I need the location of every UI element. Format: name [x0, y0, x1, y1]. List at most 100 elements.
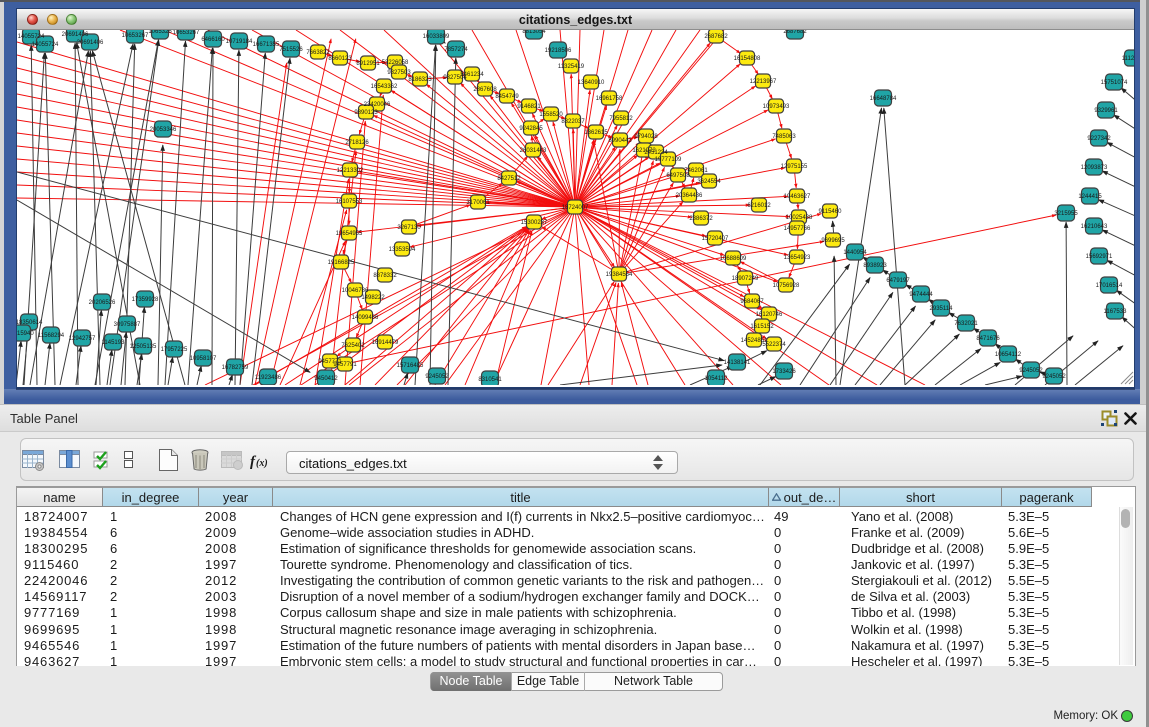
svg-text:19777109: 19777109 [655, 157, 682, 163]
svg-text:5522374: 5522374 [762, 342, 786, 348]
svg-text:19166825: 19166825 [328, 260, 355, 266]
svg-text:10958107: 10958107 [190, 356, 217, 362]
svg-text:9890123: 9890123 [354, 110, 378, 116]
svg-text:14055724: 14055724 [18, 34, 45, 40]
svg-text:8427512: 8427512 [497, 176, 521, 182]
svg-text:20206526: 20206526 [89, 300, 116, 306]
svg-text:16107553: 16107553 [336, 199, 363, 205]
svg-text:9474444: 9474444 [909, 292, 933, 298]
svg-text:9794028: 9794028 [634, 134, 658, 140]
svg-text:2935114: 2935114 [930, 306, 954, 312]
svg-text:20691406: 20691406 [77, 40, 104, 46]
svg-text:10688609: 10688609 [720, 256, 747, 262]
svg-text:10025438: 10025438 [786, 215, 813, 221]
svg-text:1244415: 1244415 [1078, 194, 1102, 200]
svg-text:10756928: 10756928 [773, 283, 800, 289]
svg-text:9684067: 9684067 [740, 299, 764, 305]
svg-text:9245052: 9245052 [1042, 374, 1066, 380]
svg-text:7515526: 7515526 [279, 47, 303, 53]
svg-text:8322037: 8322037 [561, 119, 585, 125]
svg-text:1733426: 1733426 [772, 369, 796, 375]
svg-text:8878332: 8878332 [373, 273, 397, 279]
svg-text:10653267: 10653267 [122, 33, 149, 39]
svg-text:16543362: 16543362 [371, 84, 398, 90]
svg-text:1615152: 1615152 [750, 324, 774, 330]
svg-text:15692971: 15692971 [1086, 254, 1113, 260]
svg-text:3215955: 3215955 [1054, 211, 1078, 217]
svg-text:8912951: 8912951 [356, 61, 380, 67]
svg-text:16210643: 16210643 [1081, 224, 1108, 230]
svg-text:20053346: 20053346 [150, 127, 177, 133]
svg-text:14099486: 14099486 [352, 315, 379, 321]
svg-text:8454749: 8454749 [495, 94, 519, 100]
svg-text:7625402: 7625402 [341, 343, 365, 349]
svg-text:19384554: 19384554 [606, 272, 633, 278]
svg-text:19654955: 19654955 [336, 231, 363, 237]
svg-text:9699695: 9699695 [821, 238, 845, 244]
svg-text:20364436: 20364436 [676, 193, 703, 199]
svg-text:16120746: 16120746 [756, 312, 783, 318]
svg-text:8471676: 8471676 [976, 336, 1000, 342]
svg-text:16782759: 16782759 [222, 365, 249, 371]
svg-text:12942757: 12942757 [69, 336, 96, 342]
svg-text:12213302: 12213302 [337, 168, 364, 174]
svg-text:8186323: 8186323 [408, 77, 432, 83]
svg-text:9146821: 9146821 [517, 104, 541, 110]
svg-text:12213967: 12213967 [750, 79, 777, 85]
svg-text:8938923: 8938923 [863, 263, 887, 269]
svg-text:16961758: 16961758 [596, 96, 623, 102]
svg-text:16671355: 16671355 [253, 42, 280, 48]
svg-text:3267130: 3267130 [397, 225, 421, 231]
svg-text:3624554: 3624554 [697, 179, 721, 185]
svg-text:26031443: 26031443 [520, 148, 547, 154]
svg-text:10046786: 10046786 [342, 288, 369, 294]
svg-text:2687682: 2687682 [783, 30, 807, 35]
svg-text:13654923: 13654923 [784, 255, 811, 261]
svg-text:19218506: 19218506 [545, 48, 572, 54]
svg-text:6216012: 6216012 [747, 203, 771, 209]
svg-text:1498222: 1498222 [361, 295, 385, 301]
svg-text:9115460: 9115460 [819, 209, 843, 215]
svg-text:7632021: 7632021 [954, 321, 978, 327]
svg-text:6479197: 6479197 [886, 278, 910, 284]
svg-text:8990443: 8990443 [608, 138, 632, 144]
svg-text:20691406: 20691406 [62, 32, 89, 38]
svg-text:16154808: 16154808 [734, 56, 761, 62]
svg-text:15300237: 15300237 [521, 220, 548, 226]
svg-text:8310541: 8310541 [478, 377, 502, 383]
svg-text:1112345: 1112345 [1122, 56, 1134, 62]
svg-text:16648784: 16648784 [870, 96, 897, 102]
svg-text:6466160: 6466160 [201, 37, 225, 43]
svg-text:7857274: 7857274 [444, 47, 468, 53]
svg-text:1558520: 1558520 [539, 112, 563, 118]
svg-text:13353594: 13353594 [389, 247, 416, 253]
svg-text:9227342: 9227342 [1087, 136, 1111, 142]
svg-text:(x): (x) [256, 458, 268, 469]
svg-text:16914479: 16914479 [372, 340, 399, 346]
svg-text:2386372: 2386372 [689, 216, 713, 222]
svg-text:3170061: 3170061 [466, 200, 490, 206]
svg-text:3915940: 3915940 [17, 331, 34, 337]
svg-text:9457791: 9457791 [333, 362, 357, 368]
svg-text:10719184: 10719184 [226, 39, 253, 45]
svg-text:23420046: 23420046 [364, 102, 391, 108]
svg-text:2867608: 2867608 [473, 87, 497, 93]
svg-text:10653267: 10653267 [173, 30, 200, 36]
svg-text:1362615: 1362615 [584, 130, 608, 136]
svg-text:17957225: 17957225 [161, 347, 188, 353]
svg-text:19463627: 19463627 [784, 194, 811, 200]
svg-text:9327503: 9327503 [387, 70, 411, 76]
svg-text:16033809: 16033809 [423, 34, 450, 40]
svg-text:11923486: 11923486 [255, 375, 282, 381]
svg-text:7485063: 7485063 [772, 134, 796, 140]
svg-text:12975155: 12975155 [781, 164, 808, 170]
svg-text:14138141: 14138141 [724, 360, 751, 366]
svg-text:9245052: 9245052 [425, 374, 449, 380]
svg-text:2451234: 2451234 [644, 150, 668, 156]
svg-text:7955812: 7955812 [609, 116, 633, 122]
svg-text:12093873: 12093873 [1081, 165, 1108, 171]
svg-text:8813054: 8813054 [522, 30, 546, 35]
svg-text:1167533: 1167533 [1104, 309, 1128, 315]
svg-text:13640910: 13640910 [578, 80, 605, 86]
svg-text:9329961: 9329961 [1094, 108, 1118, 114]
